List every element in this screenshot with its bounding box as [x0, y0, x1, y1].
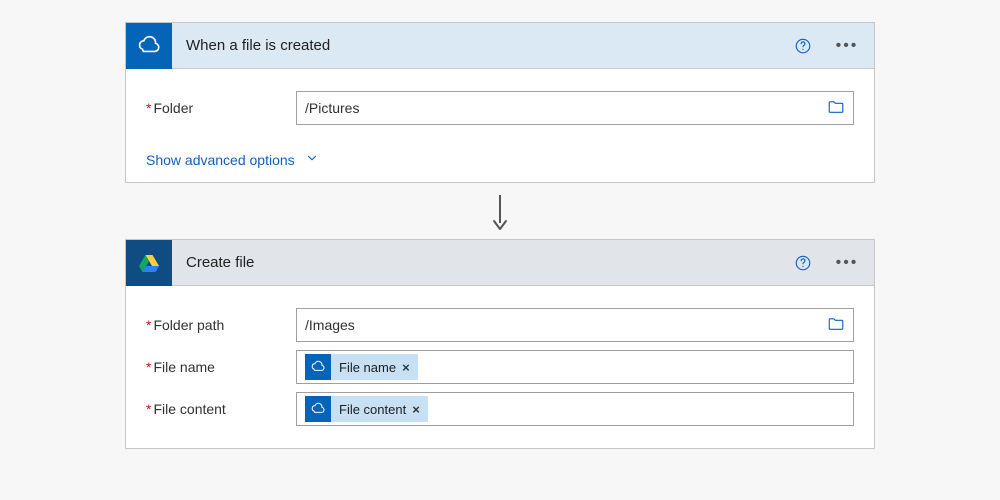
- chevron-down-icon: [305, 151, 319, 168]
- trigger-folder-text[interactable]: [305, 100, 819, 116]
- remove-token-icon[interactable]: ×: [412, 402, 420, 417]
- file-name-input[interactable]: File name ×: [296, 350, 854, 384]
- action-card: Create file ••• *Folder path: [125, 239, 875, 449]
- trigger-title: When a file is created: [186, 37, 774, 54]
- file-content-token[interactable]: File content ×: [305, 396, 428, 422]
- remove-token-icon[interactable]: ×: [402, 360, 410, 375]
- action-title: Create file: [186, 254, 774, 271]
- trigger-folder-label: *Folder: [146, 100, 296, 116]
- onedrive-icon: [126, 23, 172, 69]
- trigger-header[interactable]: When a file is created •••: [126, 23, 874, 69]
- help-icon[interactable]: [788, 248, 818, 278]
- more-menu-button[interactable]: •••: [832, 31, 862, 61]
- folder-picker-icon[interactable]: [827, 98, 845, 119]
- help-icon[interactable]: [788, 31, 818, 61]
- folder-path-text[interactable]: [305, 317, 819, 333]
- trigger-card: When a file is created ••• *Folder Show: [125, 22, 875, 183]
- folder-path-label: *Folder path: [146, 317, 296, 333]
- onedrive-icon: [305, 396, 331, 422]
- token-label: File content: [339, 402, 406, 417]
- folder-path-input[interactable]: [296, 308, 854, 342]
- folder-picker-icon[interactable]: [827, 315, 845, 336]
- token-label: File name: [339, 360, 396, 375]
- action-header[interactable]: Create file •••: [126, 240, 874, 286]
- onedrive-icon: [305, 354, 331, 380]
- show-advanced-options-link[interactable]: Show advanced options: [146, 151, 319, 168]
- file-content-label: *File content: [146, 401, 296, 417]
- trigger-folder-input[interactable]: [296, 91, 854, 125]
- file-content-input[interactable]: File content ×: [296, 392, 854, 426]
- google-drive-icon: [126, 240, 172, 286]
- file-name-token[interactable]: File name ×: [305, 354, 418, 380]
- file-name-label: *File name: [146, 359, 296, 375]
- more-menu-button[interactable]: •••: [832, 248, 862, 278]
- flow-arrow: [125, 183, 875, 239]
